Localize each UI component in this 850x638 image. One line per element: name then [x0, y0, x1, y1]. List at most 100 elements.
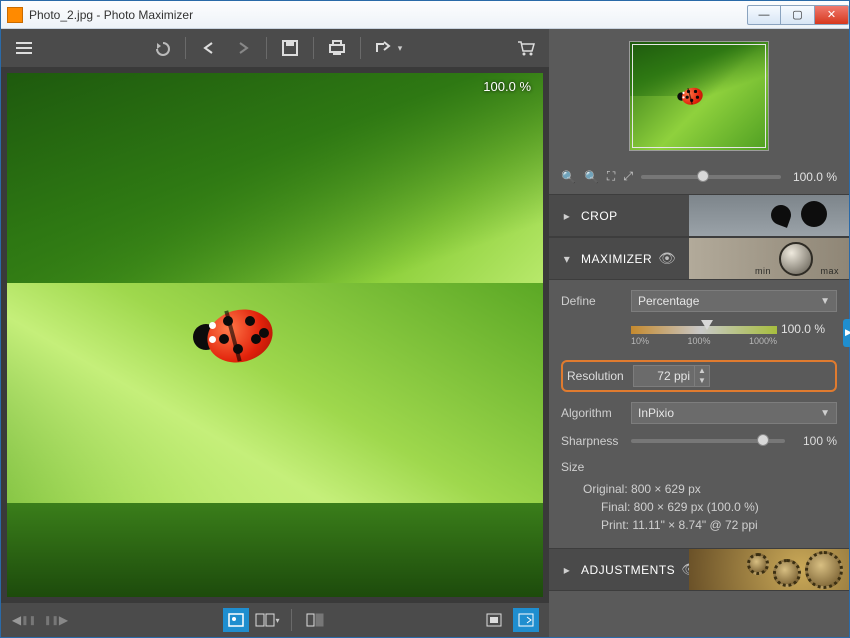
panel-collapse-handle[interactable]: ▶: [843, 319, 850, 347]
left-pane: ▾: [1, 29, 549, 637]
arrow-left-icon: [200, 41, 218, 55]
hamburger-icon: [15, 41, 33, 55]
menu-button[interactable]: [9, 34, 39, 62]
export-button[interactable]: ▾: [369, 34, 407, 62]
navigator-zoom-value: 100.0 %: [789, 170, 837, 184]
app-window: Photo_2.jpg - Photo Maximizer — ▢ ✕: [0, 0, 850, 638]
chevron-right-icon: ▸: [561, 563, 573, 577]
resolution-row: Resolution 72 ppi ▲ ▼: [561, 360, 837, 392]
photo: [7, 73, 543, 597]
save-icon: [281, 39, 299, 57]
zoom-out-icon[interactable]: 🔍: [561, 170, 576, 184]
define-value: Percentage: [638, 294, 699, 308]
size-final: Final: 800 × 629 px (100.0 %): [561, 498, 837, 516]
undo-icon: [153, 40, 171, 56]
define-dropdown[interactable]: Percentage ▼: [631, 290, 837, 312]
ladybug-graphic: [189, 304, 275, 368]
chevron-down-icon: ▼: [820, 408, 830, 419]
print-button[interactable]: [322, 34, 352, 62]
algorithm-label: Algorithm: [561, 406, 623, 420]
view-single-button[interactable]: [223, 608, 249, 632]
adjustments-header-graphic: [689, 549, 849, 590]
size-original: Original: 800 × 629 px: [561, 480, 837, 498]
zoom-in-icon[interactable]: 🔍: [584, 170, 599, 184]
adjustments-panel: ▸ ADJUSTMENTS 👁: [549, 548, 849, 591]
undo-button[interactable]: [147, 34, 177, 62]
percentage-slider[interactable]: 10% 100% 1000%: [631, 322, 777, 350]
tick-100: 100%: [687, 336, 710, 346]
one-to-one-icon[interactable]: ⤢: [623, 169, 633, 184]
sharpness-value: 100 %: [793, 434, 837, 448]
sharpness-label: Sharpness: [561, 434, 623, 448]
canvas-zoom-label: 100.0 %: [483, 79, 531, 94]
navigator: [549, 29, 849, 163]
maximizer-header[interactable]: ▾ MAXIMIZER 👁 min max: [549, 238, 849, 280]
compare-button[interactable]: [302, 608, 328, 632]
dial-min-label: min: [755, 266, 771, 276]
forward-button[interactable]: [228, 34, 258, 62]
cart-button[interactable]: [511, 34, 541, 62]
algorithm-row: Algorithm InPixio ▼: [561, 402, 837, 424]
navigator-thumbnail[interactable]: [629, 41, 769, 151]
top-toolbar: ▾: [1, 29, 549, 67]
cart-icon: [516, 39, 536, 57]
crop-title: CROP: [581, 209, 618, 223]
navigator-zoom-slider[interactable]: [641, 175, 781, 179]
visibility-icon[interactable]: 👁: [658, 250, 676, 267]
right-panel: ▶ 🔍 🔍 ⛶ ⤢ 100.0 %: [549, 29, 849, 637]
size-info: Size Original: 800 × 629 px Final: 800 ×…: [561, 460, 837, 534]
app-icon: [7, 7, 23, 23]
fit-button[interactable]: [481, 608, 507, 632]
algorithm-dropdown[interactable]: InPixio ▼: [631, 402, 837, 424]
minimize-button[interactable]: —: [747, 5, 781, 25]
spin-down-button[interactable]: ▼: [695, 376, 709, 386]
close-button[interactable]: ✕: [815, 5, 849, 25]
actual-icon: [518, 613, 534, 627]
tick-1000: 1000%: [749, 336, 777, 346]
chevron-down-icon: ▼: [820, 296, 830, 307]
define-label: Define: [561, 294, 623, 308]
compare-icon: [306, 613, 324, 627]
resolution-label: Resolution: [567, 369, 625, 383]
maximizer-panel: ▾ MAXIMIZER 👁 min max Define Percentage: [549, 237, 849, 548]
image-canvas[interactable]: 100.0 %: [7, 73, 543, 597]
navigator-zoom-row: 🔍 🔍 ⛶ ⤢ 100.0 %: [549, 163, 849, 194]
dial-max-label: max: [820, 266, 839, 276]
tick-10: 10%: [631, 336, 649, 346]
arrow-right-icon: [234, 41, 252, 55]
back-button[interactable]: [194, 34, 224, 62]
window-controls: — ▢ ✕: [747, 5, 849, 25]
size-header: Size: [561, 460, 837, 474]
chevron-right-icon: ▶: [845, 327, 850, 338]
fit-icon: [486, 613, 502, 627]
fit-screen-icon[interactable]: ⛶: [607, 169, 615, 184]
maximize-button[interactable]: ▢: [781, 5, 815, 25]
size-print: Print: 11.11" × 8.74" @ 72 ppi: [561, 516, 837, 534]
maximizer-title: MAXIMIZER: [581, 252, 652, 266]
adjustments-header[interactable]: ▸ ADJUSTMENTS 👁: [549, 549, 849, 591]
sharpness-slider[interactable]: [631, 439, 785, 443]
single-view-icon: [228, 613, 244, 627]
crop-header[interactable]: ▸ CROP: [549, 195, 849, 237]
prev-image-button[interactable]: ◀❚❚: [11, 608, 37, 632]
define-row: Define Percentage ▼: [561, 290, 837, 312]
window-title: Photo_2.jpg - Photo Maximizer: [29, 8, 193, 22]
crop-panel: ▸ CROP: [549, 194, 849, 237]
chevron-down-icon: ▾: [561, 252, 573, 266]
actual-size-button[interactable]: [513, 608, 539, 632]
main-area: ▾: [1, 29, 849, 637]
split-view-icon: [255, 613, 275, 627]
sharpness-row: Sharpness 100 %: [561, 434, 837, 448]
next-image-button[interactable]: ❚❚▶: [43, 608, 69, 632]
chevron-right-icon: ▶: [59, 613, 68, 627]
view-split-button[interactable]: ▾: [255, 608, 281, 632]
export-icon: [374, 40, 396, 56]
crop-header-graphic: [689, 195, 849, 236]
percentage-value: 100.0 %: [781, 322, 825, 336]
title-bar: Photo_2.jpg - Photo Maximizer — ▢ ✕: [1, 1, 849, 29]
resolution-input[interactable]: 72 ppi ▲ ▼: [633, 365, 710, 387]
maximizer-body: Define Percentage ▼ 10% 100%: [549, 280, 849, 548]
save-button[interactable]: [275, 34, 305, 62]
spin-up-button[interactable]: ▲: [695, 366, 709, 376]
bottom-toolbar: ◀❚❚ ❚❚▶ ▾: [1, 603, 549, 637]
